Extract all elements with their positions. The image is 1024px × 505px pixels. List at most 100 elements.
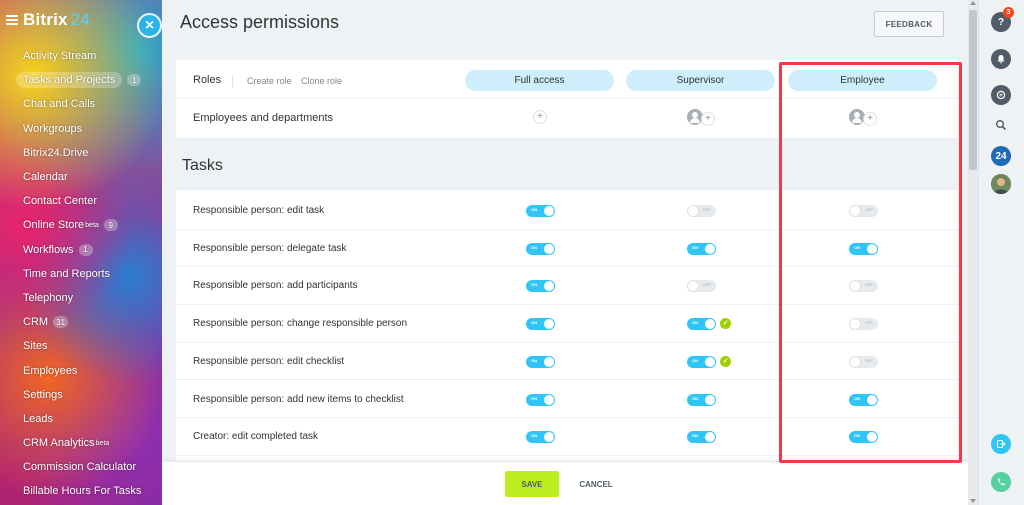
toggle-knob	[544, 206, 554, 216]
permission-toggle[interactable]: ON	[526, 431, 555, 444]
permission-toggle[interactable]: ON	[687, 393, 716, 406]
sidebar-item-label: Online Store	[23, 219, 85, 232]
search-icon[interactable]	[991, 115, 1011, 135]
permission-toggle[interactable]: ON	[526, 280, 555, 293]
toggle-state-text: ON	[531, 357, 537, 363]
permission-label: Responsible person: change responsible p…	[193, 318, 408, 330]
sidebar-item[interactable]: CRM 31	[0, 310, 162, 334]
toggle-knob	[850, 319, 860, 330]
permission-toggle[interactable]: OFF	[687, 205, 716, 217]
role-employee[interactable]: Employee	[788, 70, 937, 91]
scroll-up-icon[interactable]	[970, 1, 976, 5]
toggle-knob	[544, 394, 554, 405]
check-icon: ✓	[720, 355, 731, 367]
permission-toggle[interactable]: OFF	[849, 280, 878, 293]
permission-toggle[interactable]: ON	[687, 431, 716, 444]
sidebar-item[interactable]: Employees	[0, 358, 162, 382]
toggle-state-text: ON	[692, 244, 698, 250]
bell-icon[interactable]	[991, 49, 1011, 69]
sidebar-item[interactable]: Telephony	[0, 286, 162, 310]
permission-toggle[interactable]: ON	[526, 393, 555, 406]
sidebar-item[interactable]: Activity Stream	[0, 44, 162, 68]
toggle-state-text: OFF	[703, 282, 711, 288]
toggle-knob	[544, 356, 554, 367]
sidebar-item[interactable]: Time and Reports	[0, 262, 162, 286]
roles-card: Roles Create role Clone role Full access…	[176, 60, 958, 138]
sidebar-item[interactable]: Commission Calculator	[0, 455, 162, 479]
clone-role-link[interactable]: Clone role	[301, 76, 342, 86]
permission-toggle[interactable]: ON	[526, 355, 555, 368]
sidebar-item[interactable]: Tasks and Projects 1	[0, 68, 162, 92]
toggle-knob	[705, 394, 715, 405]
permission-toggle[interactable]: OFF	[849, 205, 878, 217]
sidebar-item[interactable]: Billable Hours For Tasks	[0, 479, 162, 503]
toggle-state-text: ON	[692, 320, 698, 326]
permission-toggle[interactable]: ON	[849, 431, 878, 444]
sidebar-item[interactable]: Leads	[0, 407, 162, 431]
main-content: Access permissions FEEDBACK Roles Create…	[162, 0, 968, 505]
permission-label: Responsible person: edit checklist	[193, 355, 345, 367]
sidebar-item[interactable]: Workgroups	[0, 117, 162, 141]
toggle-state-text: ON	[531, 320, 537, 326]
page-title: Access permissions	[180, 12, 340, 32]
feedback-button[interactable]: FEEDBACK	[874, 11, 944, 37]
toggle-state-text: ON	[531, 244, 537, 250]
sidebar-item[interactable]: Contact Center	[0, 189, 162, 213]
permission-row: Creator: edit completed task ON ON ON	[176, 418, 958, 456]
toggle-state-text: OFF	[865, 320, 873, 326]
vertical-scrollbar[interactable]	[968, 0, 978, 505]
role-supervisor[interactable]: Supervisor	[626, 70, 775, 91]
app-logo[interactable]: Bitrix 24	[23, 10, 90, 30]
create-role-link[interactable]: Create role	[247, 76, 292, 86]
close-icon[interactable]: ×	[137, 13, 162, 38]
permission-row: Responsible person: edit checklist ON ON ✓ O…	[176, 343, 958, 381]
sidebar-item[interactable]: CRM Analytics beta	[0, 431, 162, 455]
user-avatar[interactable]	[991, 174, 1011, 194]
permission-toggle[interactable]: ON	[526, 318, 555, 331]
permission-toggle[interactable]: ON	[687, 318, 716, 331]
add-member-icon[interactable]: +	[533, 110, 547, 124]
permission-toggle[interactable]: ON	[849, 393, 878, 406]
add-member-icon[interactable]: +	[863, 112, 877, 126]
toggle-state-text: OFF	[703, 207, 711, 212]
permission-toggle[interactable]: ON	[849, 242, 878, 255]
sidebar-item[interactable]: Bitrix24.Drive	[0, 141, 162, 165]
permission-toggle[interactable]: OFF	[849, 318, 878, 331]
scroll-down-icon[interactable]	[970, 499, 976, 503]
sidebar-item[interactable]: Online Store beta 9	[0, 213, 162, 237]
role-full-access[interactable]: Full access	[465, 70, 614, 91]
permission-toggle[interactable]: ON	[526, 242, 555, 255]
scroll-thumb[interactable]	[969, 10, 977, 170]
cancel-button[interactable]: CANCEL	[573, 471, 619, 497]
check-icon: ✓	[720, 318, 731, 330]
permission-toggle[interactable]: ON	[526, 205, 555, 217]
permission-toggle[interactable]: OFF	[687, 280, 716, 293]
sidebar-item-label: Calendar	[23, 171, 68, 184]
right-rail: ? 3 24	[978, 0, 1024, 505]
chat-icon[interactable]	[991, 85, 1011, 105]
transfer-icon[interactable]	[991, 434, 1011, 454]
menu-icon[interactable]	[6, 15, 18, 25]
add-member-icon[interactable]: +	[701, 112, 715, 126]
phone-icon[interactable]	[991, 472, 1011, 492]
section-title: Tasks	[182, 157, 223, 174]
toggle-knob	[850, 356, 860, 367]
save-button[interactable]: SAVE	[505, 471, 559, 497]
sidebar-item[interactable]: Calendar	[0, 165, 162, 189]
sidebar-item-label: Billable Hours For Tasks	[23, 485, 142, 498]
toggle-knob	[544, 243, 554, 254]
sidebar-item[interactable]: Settings	[0, 383, 162, 407]
footer-bar: SAVE CANCEL	[162, 461, 968, 505]
toggle-state-text: ON	[692, 433, 698, 439]
bitrix24-icon[interactable]: 24	[991, 146, 1011, 166]
toggle-state-text: ON	[531, 282, 537, 288]
permission-toggle[interactable]: ON	[687, 242, 716, 255]
employees-row: Employees and departments + + +	[176, 99, 958, 138]
sidebar-item[interactable]: Chat and Calls	[0, 92, 162, 116]
sidebar-item-label: Activity Stream	[23, 50, 97, 63]
sidebar-item[interactable]: Workflows 1	[0, 238, 162, 262]
sidebar-item[interactable]: Sites	[0, 334, 162, 358]
sidebar-item-label: Telephony	[23, 291, 74, 304]
permission-toggle[interactable]: OFF	[849, 355, 878, 368]
permission-toggle[interactable]: ON	[687, 355, 716, 368]
